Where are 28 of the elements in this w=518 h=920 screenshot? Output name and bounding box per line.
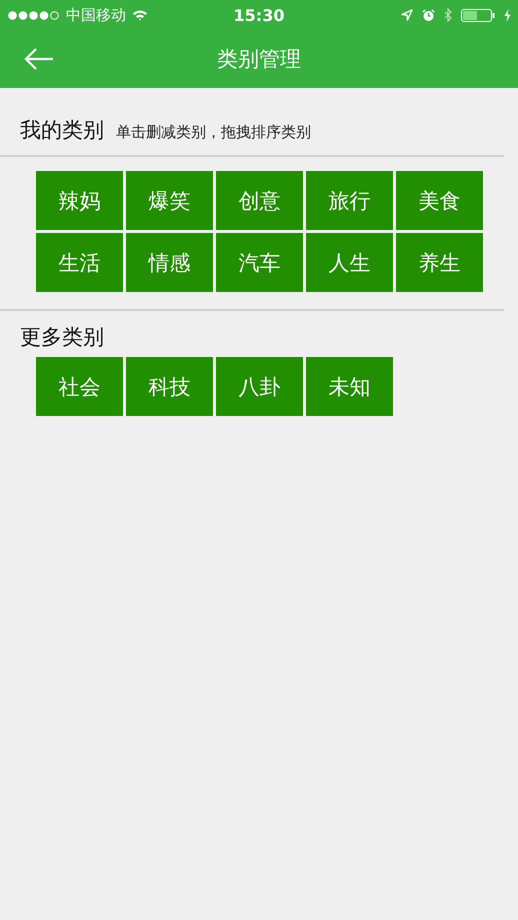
section-title: 我的类别 (20, 117, 104, 144)
category-tile[interactable]: 美食 (396, 171, 483, 230)
alarm-icon (422, 8, 435, 22)
back-arrow-icon (24, 48, 54, 70)
category-tile[interactable]: 未知 (306, 357, 393, 416)
page-title: 类别管理 (217, 46, 301, 73)
category-tile[interactable]: 汽车 (216, 233, 303, 292)
carrier-name: 中国移动 (66, 6, 126, 24)
bluetooth-icon (444, 8, 452, 22)
category-tile[interactable]: 情感 (126, 233, 213, 292)
signal-icon (8, 10, 60, 20)
location-icon (401, 9, 413, 21)
category-tile[interactable]: 人生 (306, 233, 393, 292)
category-tile[interactable]: 生活 (36, 233, 123, 292)
wifi-icon (132, 9, 148, 21)
category-tile[interactable]: 八卦 (216, 357, 303, 416)
category-tile[interactable]: 爆笑 (126, 171, 213, 230)
charging-icon (504, 8, 511, 22)
category-tile[interactable]: 科技 (126, 357, 213, 416)
category-tile[interactable]: 社会 (36, 357, 123, 416)
category-tile[interactable]: 辣妈 (36, 171, 123, 230)
status-time: 15:30 (234, 6, 284, 24)
category-tile[interactable]: 养生 (396, 233, 483, 292)
section-title: 更多类别 (20, 324, 104, 351)
section-hint: 单击删减类别，拖拽排序类别 (116, 123, 311, 142)
category-tile[interactable]: 旅行 (306, 171, 393, 230)
battery-icon (461, 8, 495, 22)
category-tile[interactable]: 创意 (216, 171, 303, 230)
